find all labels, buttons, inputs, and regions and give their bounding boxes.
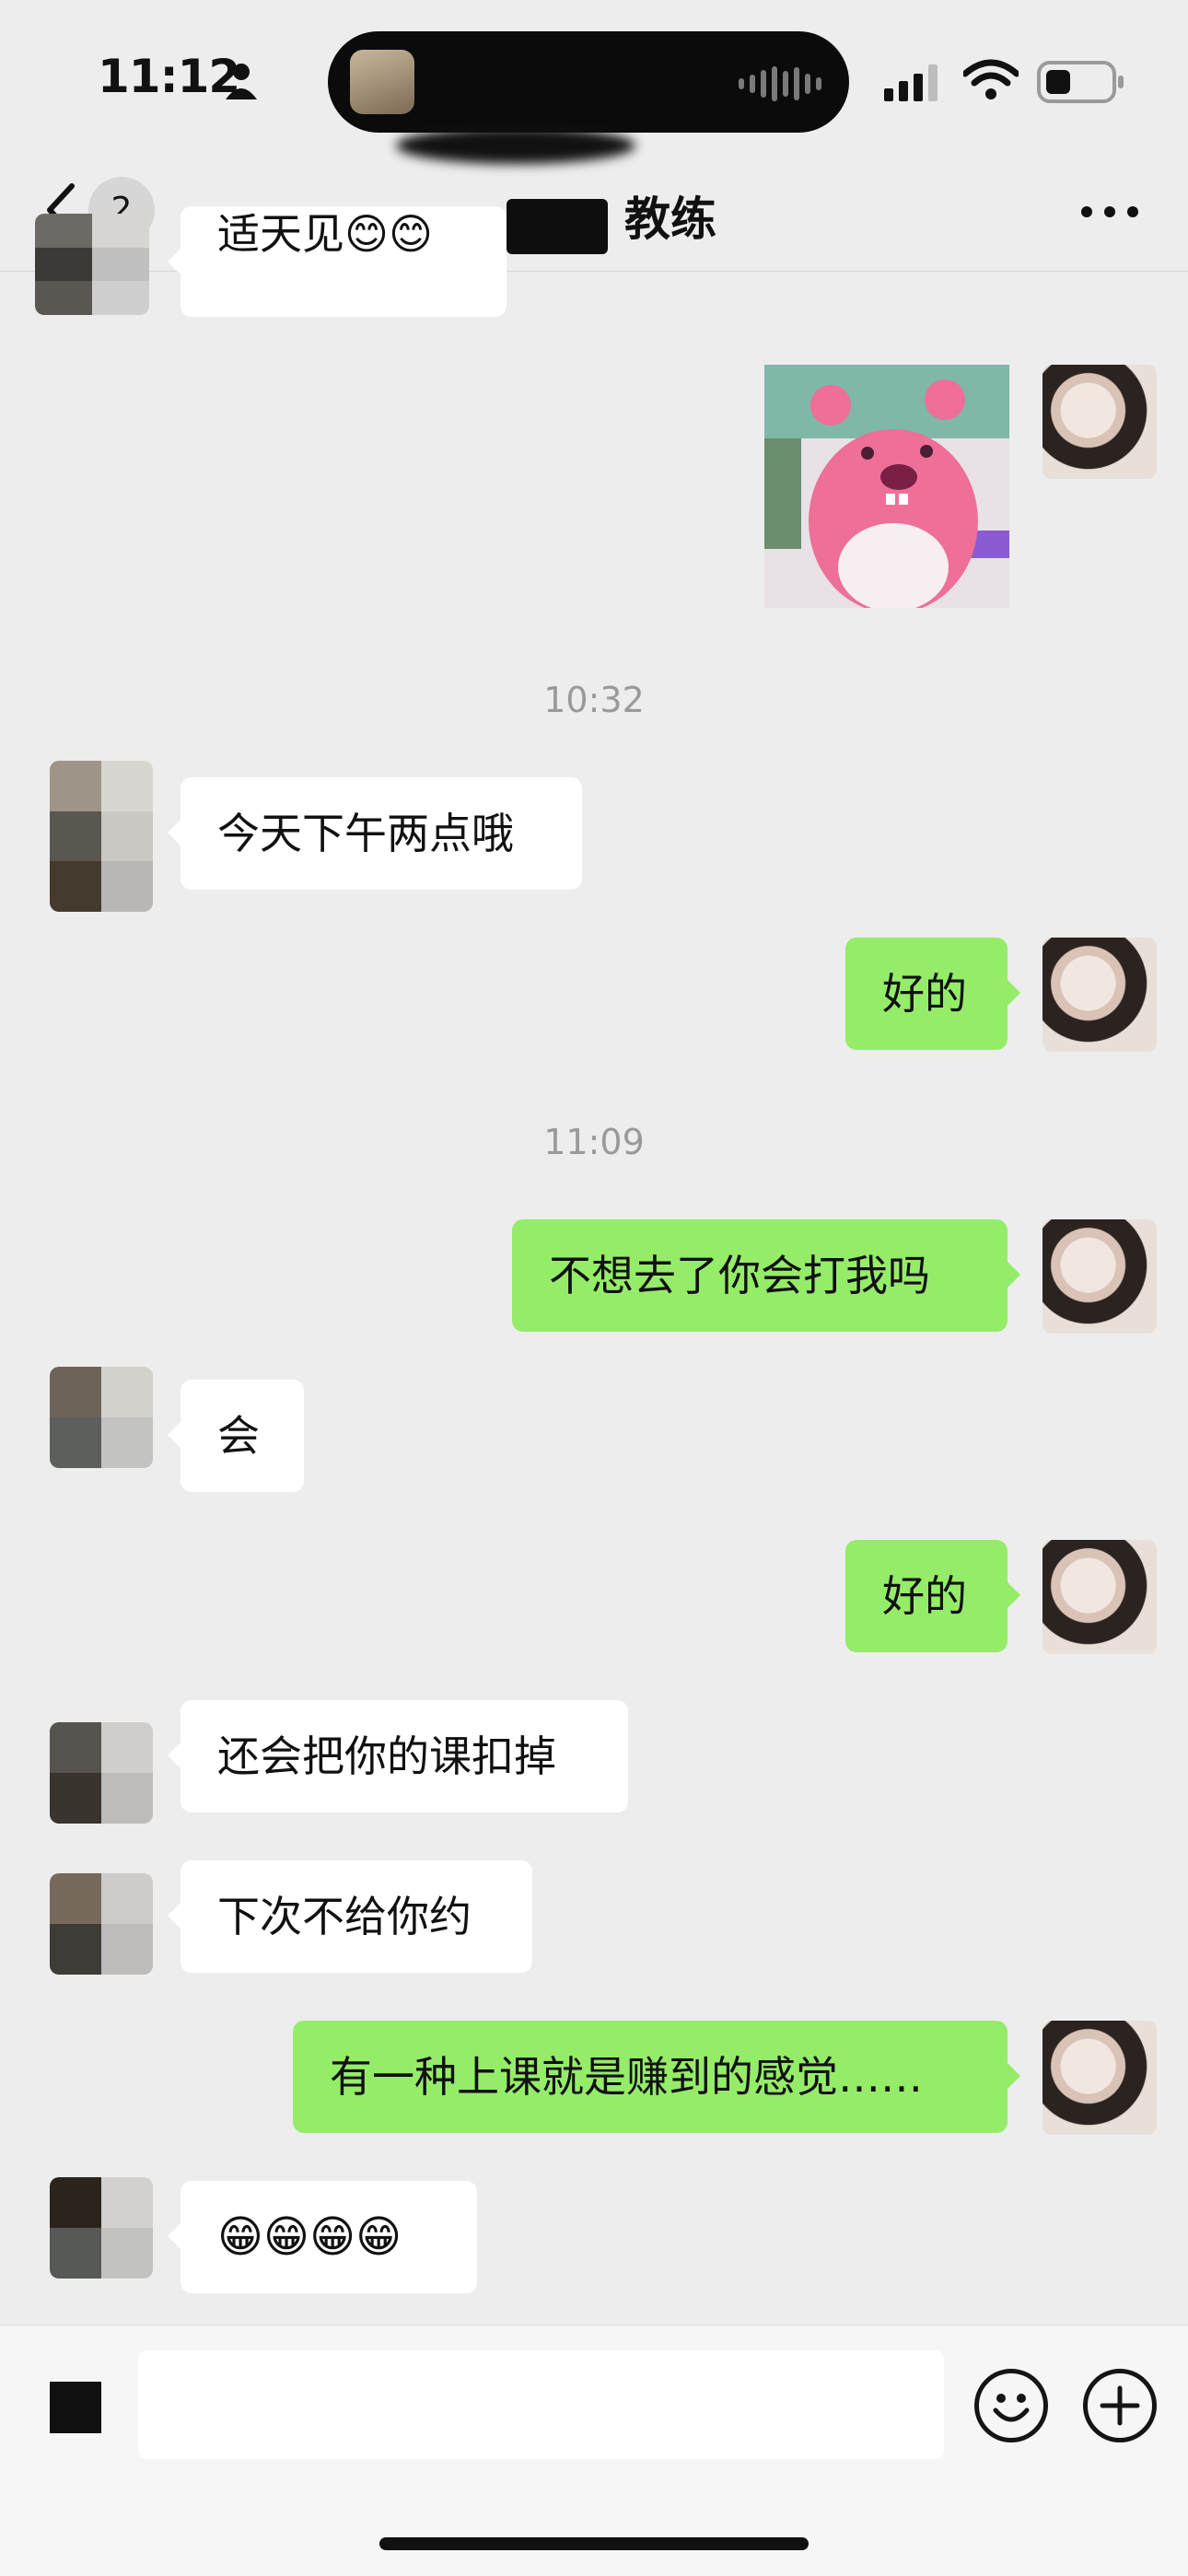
contact-avatar[interactable] [50, 1722, 153, 1824]
contact-avatar[interactable] [35, 214, 149, 315]
message-bubble-sent[interactable]: 有一种上课就是赚到的感觉…… [293, 2021, 1020, 2133]
person-icon [223, 61, 260, 101]
my-avatar[interactable] [1042, 2021, 1157, 2135]
redacted-name-block [507, 199, 608, 254]
sticker-image[interactable] [764, 365, 1009, 608]
emoji-button-icon[interactable] [974, 2369, 1048, 2442]
my-avatar[interactable] [1042, 938, 1157, 1052]
add-button-icon[interactable] [1083, 2369, 1157, 2442]
message-bubble-received[interactable]: 还会把你的课扣掉 [168, 1700, 628, 1813]
message-bubble-received[interactable]: 会 [168, 1380, 304, 1492]
message-bubble-sent[interactable]: 不想去了你会打我吗 [512, 1219, 1020, 1332]
message-bubble-sent[interactable]: 好的 [845, 1540, 1020, 1652]
message-bubble-received[interactable]: 今天下午两点哦 [168, 777, 582, 890]
contact-avatar[interactable] [50, 2177, 153, 2279]
redacted-voice-button[interactable] [50, 2382, 101, 2433]
more-options-icon[interactable] [1077, 203, 1142, 225]
redaction-smudge [396, 127, 635, 164]
message-bubble-sent[interactable]: 好的 [845, 938, 1020, 1050]
my-avatar[interactable] [1042, 1540, 1157, 1654]
message-bubble-received[interactable]: 适天见😊😊 [168, 206, 507, 317]
timestamp: 10:32 [543, 680, 645, 720]
status-time: 11:12 [98, 50, 240, 103]
battery-icon [1037, 61, 1125, 107]
audio-waveform-icon [739, 66, 821, 101]
my-avatar[interactable] [1042, 1219, 1157, 1334]
contact-avatar[interactable] [50, 1367, 153, 1468]
now-playing-artwork [350, 50, 414, 114]
message-bubble-received[interactable]: 下次不给你约 [168, 1860, 532, 1973]
message-input[interactable] [138, 2350, 944, 2459]
dynamic-island [328, 31, 849, 133]
my-avatar[interactable] [1042, 365, 1157, 479]
contact-avatar[interactable] [50, 1873, 153, 1975]
message-bubble-received[interactable]: 😁😁😁😁 [168, 2181, 477, 2293]
cellular-signal-icon [884, 64, 943, 105]
timestamp: 11:09 [543, 1122, 645, 1162]
wifi-icon [961, 59, 1020, 105]
home-indicator[interactable] [379, 2537, 809, 2550]
contact-avatar[interactable] [50, 761, 153, 912]
